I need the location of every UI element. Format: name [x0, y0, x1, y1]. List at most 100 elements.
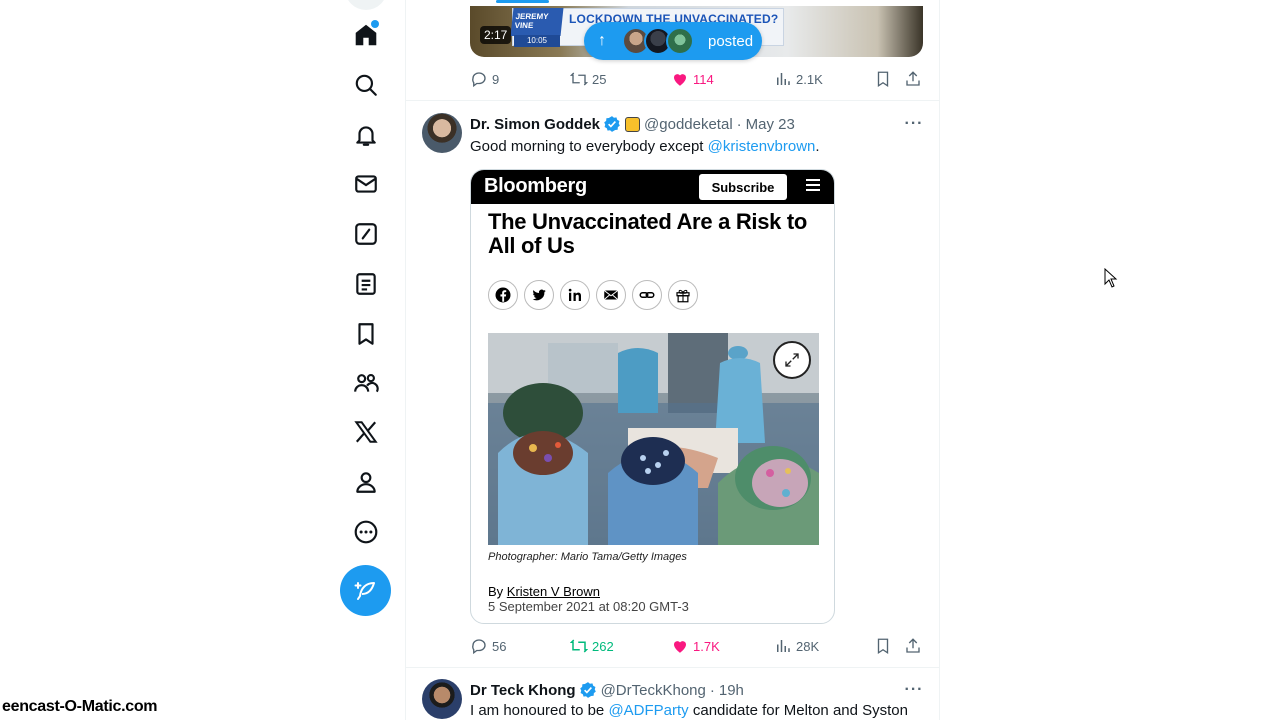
bloomberg-header: Bloomberg Subscribe	[471, 170, 834, 204]
nav-more[interactable]	[345, 511, 387, 553]
repost-icon	[570, 72, 588, 86]
list-icon	[356, 273, 376, 295]
mouse-cursor-icon	[1104, 268, 1118, 288]
reply-button[interactable]: 9	[470, 70, 499, 88]
handle[interactable]: @goddeketal	[644, 116, 733, 133]
twitter-bird-icon	[524, 280, 554, 310]
like-button[interactable]: 1.7K	[671, 637, 720, 655]
video-time-box: 10:05	[514, 35, 560, 47]
tab-indicator	[496, 0, 549, 3]
article-byline: By Kristen V Brown	[488, 584, 600, 599]
article-share-row	[488, 280, 698, 310]
nav-messages[interactable]	[345, 163, 387, 205]
tweet-text-part: .	[815, 138, 820, 155]
avatar	[666, 27, 694, 55]
more-options-button[interactable]: ···	[903, 114, 925, 134]
more-options-button[interactable]: ···	[903, 680, 925, 700]
hamburger-icon	[806, 179, 820, 193]
tweet1-image[interactable]: Bloomberg Subscribe The Unvaccinated Are…	[470, 169, 835, 624]
compose-post-button[interactable]	[340, 565, 391, 616]
new-posts-pill[interactable]: ↑ posted	[584, 22, 762, 60]
repost-icon	[570, 639, 588, 653]
share-icon	[906, 71, 920, 86]
nav-lists[interactable]	[345, 263, 387, 305]
nav-notifications[interactable]	[345, 114, 387, 156]
tweet2-text: I am honoured to be @ADFParty candidate …	[470, 702, 908, 719]
link-icon	[632, 280, 662, 310]
tweet-date[interactable]: May 23	[746, 116, 795, 133]
affiliate-badge-icon	[625, 116, 641, 132]
avatar[interactable]	[422, 113, 462, 153]
email-icon	[596, 280, 626, 310]
heart-icon	[674, 641, 686, 653]
repost-count: 262	[592, 638, 614, 654]
views-button[interactable]: 28K	[774, 637, 819, 655]
tweet-date[interactable]: 19h	[719, 682, 744, 699]
display-name[interactable]: Dr. Simon Goddek	[470, 116, 600, 133]
prev-tweet-actions: 9 25 114 2.1K	[470, 68, 923, 90]
mention-link[interactable]: @kristenvbrown	[708, 138, 816, 155]
bookmark-button[interactable]	[874, 70, 892, 88]
dot-separator: ·	[736, 115, 742, 133]
people-icon	[354, 374, 379, 393]
posted-avatars	[622, 27, 694, 55]
linkedin-icon	[560, 280, 590, 310]
like-count: 1.7K	[693, 638, 720, 654]
verified-badge-icon	[604, 116, 620, 132]
grok-slash-icon	[355, 223, 377, 245]
nav-communities[interactable]	[345, 362, 387, 404]
repost-button[interactable]: 262	[570, 637, 614, 655]
nav-profile[interactable]	[345, 461, 387, 503]
gift-icon	[668, 280, 698, 310]
video-duration: 2:17	[480, 26, 512, 44]
tweet-divider	[406, 100, 939, 101]
avatar[interactable]	[422, 679, 462, 719]
bookmark-button[interactable]	[874, 637, 892, 655]
share-button[interactable]	[904, 637, 922, 655]
x-logo-icon	[354, 421, 378, 443]
nav-grok[interactable]	[345, 213, 387, 255]
mention-link[interactable]: @ADFParty	[608, 702, 688, 719]
dot-separator: ·	[709, 681, 715, 699]
tweet1-header: Dr. Simon Goddek @goddeketal · May 23	[470, 114, 795, 134]
hospital-photo	[488, 333, 819, 545]
byline-prefix: By	[488, 584, 507, 599]
author-link: Kristen V Brown	[506, 584, 600, 599]
timeline: JEREMY VINE 10:05 LOCKDOWN THE UNVACCINA…	[405, 0, 940, 720]
expand-icon	[773, 341, 811, 379]
article-title: The Unvaccinated Are a Risk to All of Us	[488, 209, 808, 258]
user-icon	[356, 472, 376, 493]
search-icon	[355, 74, 377, 96]
feather-plus-icon	[354, 581, 375, 600]
bookmark-icon	[877, 638, 889, 655]
arrow-up-icon: ↑	[598, 32, 606, 49]
nav-explore[interactable]	[345, 64, 387, 106]
share-button[interactable]	[904, 70, 922, 88]
article-date: 5 September 2021 at 08:20 GMT-3	[488, 599, 689, 614]
tweet2-header: Dr Teck Khong @DrTeckKhong · 19h	[470, 680, 744, 700]
nav-premium[interactable]	[345, 411, 387, 453]
handle[interactable]: @DrTeckKhong	[601, 682, 706, 699]
chart-icon	[777, 640, 790, 652]
repost-button[interactable]: 25	[570, 70, 606, 88]
reply-count: 9	[492, 71, 500, 87]
nav-top-avatar[interactable]	[345, 0, 387, 10]
posted-label: posted	[708, 32, 754, 50]
verified-badge-icon	[579, 682, 596, 698]
nav-bookmarks[interactable]	[345, 313, 387, 355]
views-button[interactable]: 2.1K	[774, 70, 823, 88]
like-count: 114	[693, 71, 714, 87]
nav-home[interactable]	[345, 14, 387, 56]
screencast-watermark: eencast-O-Matic.com	[0, 698, 160, 716]
repost-count: 25	[592, 71, 607, 87]
reply-button[interactable]: 56	[470, 637, 506, 655]
subscribe-button: Subscribe	[699, 174, 787, 200]
bookmark-icon	[877, 71, 889, 88]
chart-icon	[777, 73, 790, 85]
notification-dot	[371, 20, 379, 28]
reply-count: 56	[492, 638, 507, 654]
display-name[interactable]: Dr Teck Khong	[470, 682, 576, 699]
left-nav	[333, 0, 399, 720]
bloomberg-logo: Bloomberg	[484, 175, 587, 197]
like-button[interactable]: 114	[671, 70, 714, 88]
